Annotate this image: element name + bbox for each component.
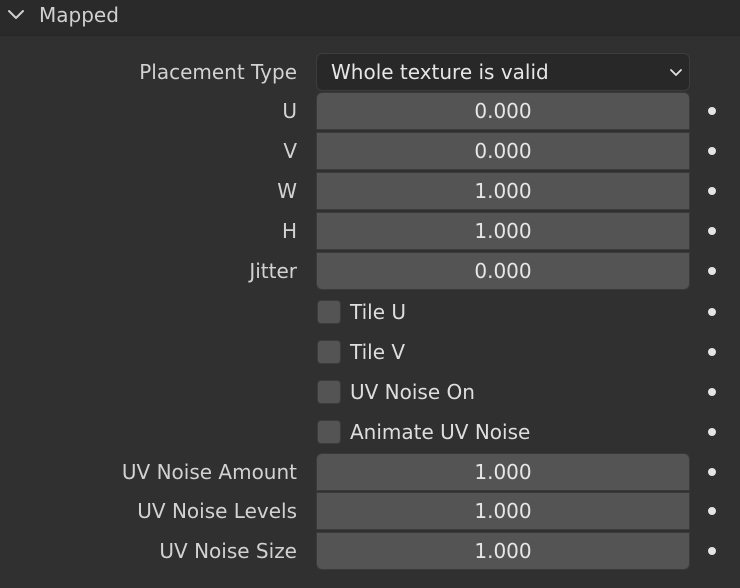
tile-v-row[interactable]: Tile V (0, 332, 740, 372)
v-label: V (283, 139, 297, 163)
v-row: V 0.000 (0, 131, 740, 171)
uv-noise-amount-field[interactable]: 1.000 (316, 453, 690, 491)
keyframe-dot-icon[interactable] (708, 388, 716, 396)
keyframe-dot-icon[interactable] (708, 187, 716, 195)
animate-uv-noise-checkbox[interactable] (317, 420, 341, 444)
uv-noise-size-field[interactable]: 1.000 (316, 532, 690, 570)
placement-type-value: Whole texture is valid (331, 60, 549, 84)
uv-noise-on-row[interactable]: UV Noise On (0, 372, 740, 412)
keyframe-dot-icon[interactable] (708, 147, 716, 155)
chevron-down-icon (670, 69, 682, 76)
uv-noise-amount-label: UV Noise Amount (121, 460, 297, 484)
animate-uv-noise-label[interactable]: Animate UV Noise (350, 412, 530, 452)
tile-u-row[interactable]: Tile U (0, 292, 740, 332)
tile-u-checkbox[interactable] (317, 300, 341, 324)
uv-noise-amount-row: UV Noise Amount 1.000 (0, 452, 740, 492)
tile-u-label[interactable]: Tile U (350, 292, 406, 332)
uv-noise-on-checkbox[interactable] (317, 380, 341, 404)
w-row: W 1.000 (0, 171, 740, 211)
u-row: U 0.000 (0, 91, 740, 131)
jitter-field[interactable]: 0.000 (316, 252, 690, 290)
w-label: W (277, 179, 297, 203)
keyframe-dot-icon[interactable] (708, 348, 716, 356)
u-field[interactable]: 0.000 (316, 92, 690, 130)
animate-uv-noise-row[interactable]: Animate UV Noise (0, 412, 740, 452)
uv-noise-size-row: UV Noise Size 1.000 (0, 531, 740, 571)
panel-title: Mapped (39, 3, 119, 27)
panel-header-mapped[interactable]: Mapped (0, 0, 740, 36)
h-field[interactable]: 1.000 (316, 212, 690, 250)
keyframe-dot-icon[interactable] (708, 267, 716, 275)
chevron-down-icon[interactable] (6, 5, 26, 25)
keyframe-dot-icon[interactable] (708, 507, 716, 515)
uv-noise-on-label[interactable]: UV Noise On (350, 372, 475, 412)
uv-noise-levels-row: UV Noise Levels 1.000 (0, 491, 740, 531)
uv-noise-levels-label: UV Noise Levels (137, 499, 297, 523)
keyframe-dot-icon[interactable] (708, 308, 716, 316)
h-label: H (281, 219, 297, 243)
v-field[interactable]: 0.000 (316, 132, 690, 170)
u-label: U (282, 99, 297, 123)
tile-v-checkbox[interactable] (317, 340, 341, 364)
h-row: H 1.000 (0, 211, 740, 251)
uv-noise-levels-field[interactable]: 1.000 (316, 492, 690, 530)
keyframe-dot-icon[interactable] (708, 468, 716, 476)
tile-v-label[interactable]: Tile V (350, 332, 405, 372)
keyframe-dot-icon[interactable] (708, 428, 716, 436)
jitter-row: Jitter 0.000 (0, 251, 740, 291)
placement-type-dropdown[interactable]: Whole texture is valid (316, 53, 690, 91)
placement-type-label: Placement Type (139, 60, 297, 84)
jitter-label: Jitter (249, 259, 297, 283)
w-field[interactable]: 1.000 (316, 172, 690, 210)
keyframe-dot-icon[interactable] (708, 107, 716, 115)
uv-noise-size-label: UV Noise Size (159, 539, 297, 563)
keyframe-dot-icon[interactable] (708, 547, 716, 555)
keyframe-dot-icon[interactable] (708, 227, 716, 235)
